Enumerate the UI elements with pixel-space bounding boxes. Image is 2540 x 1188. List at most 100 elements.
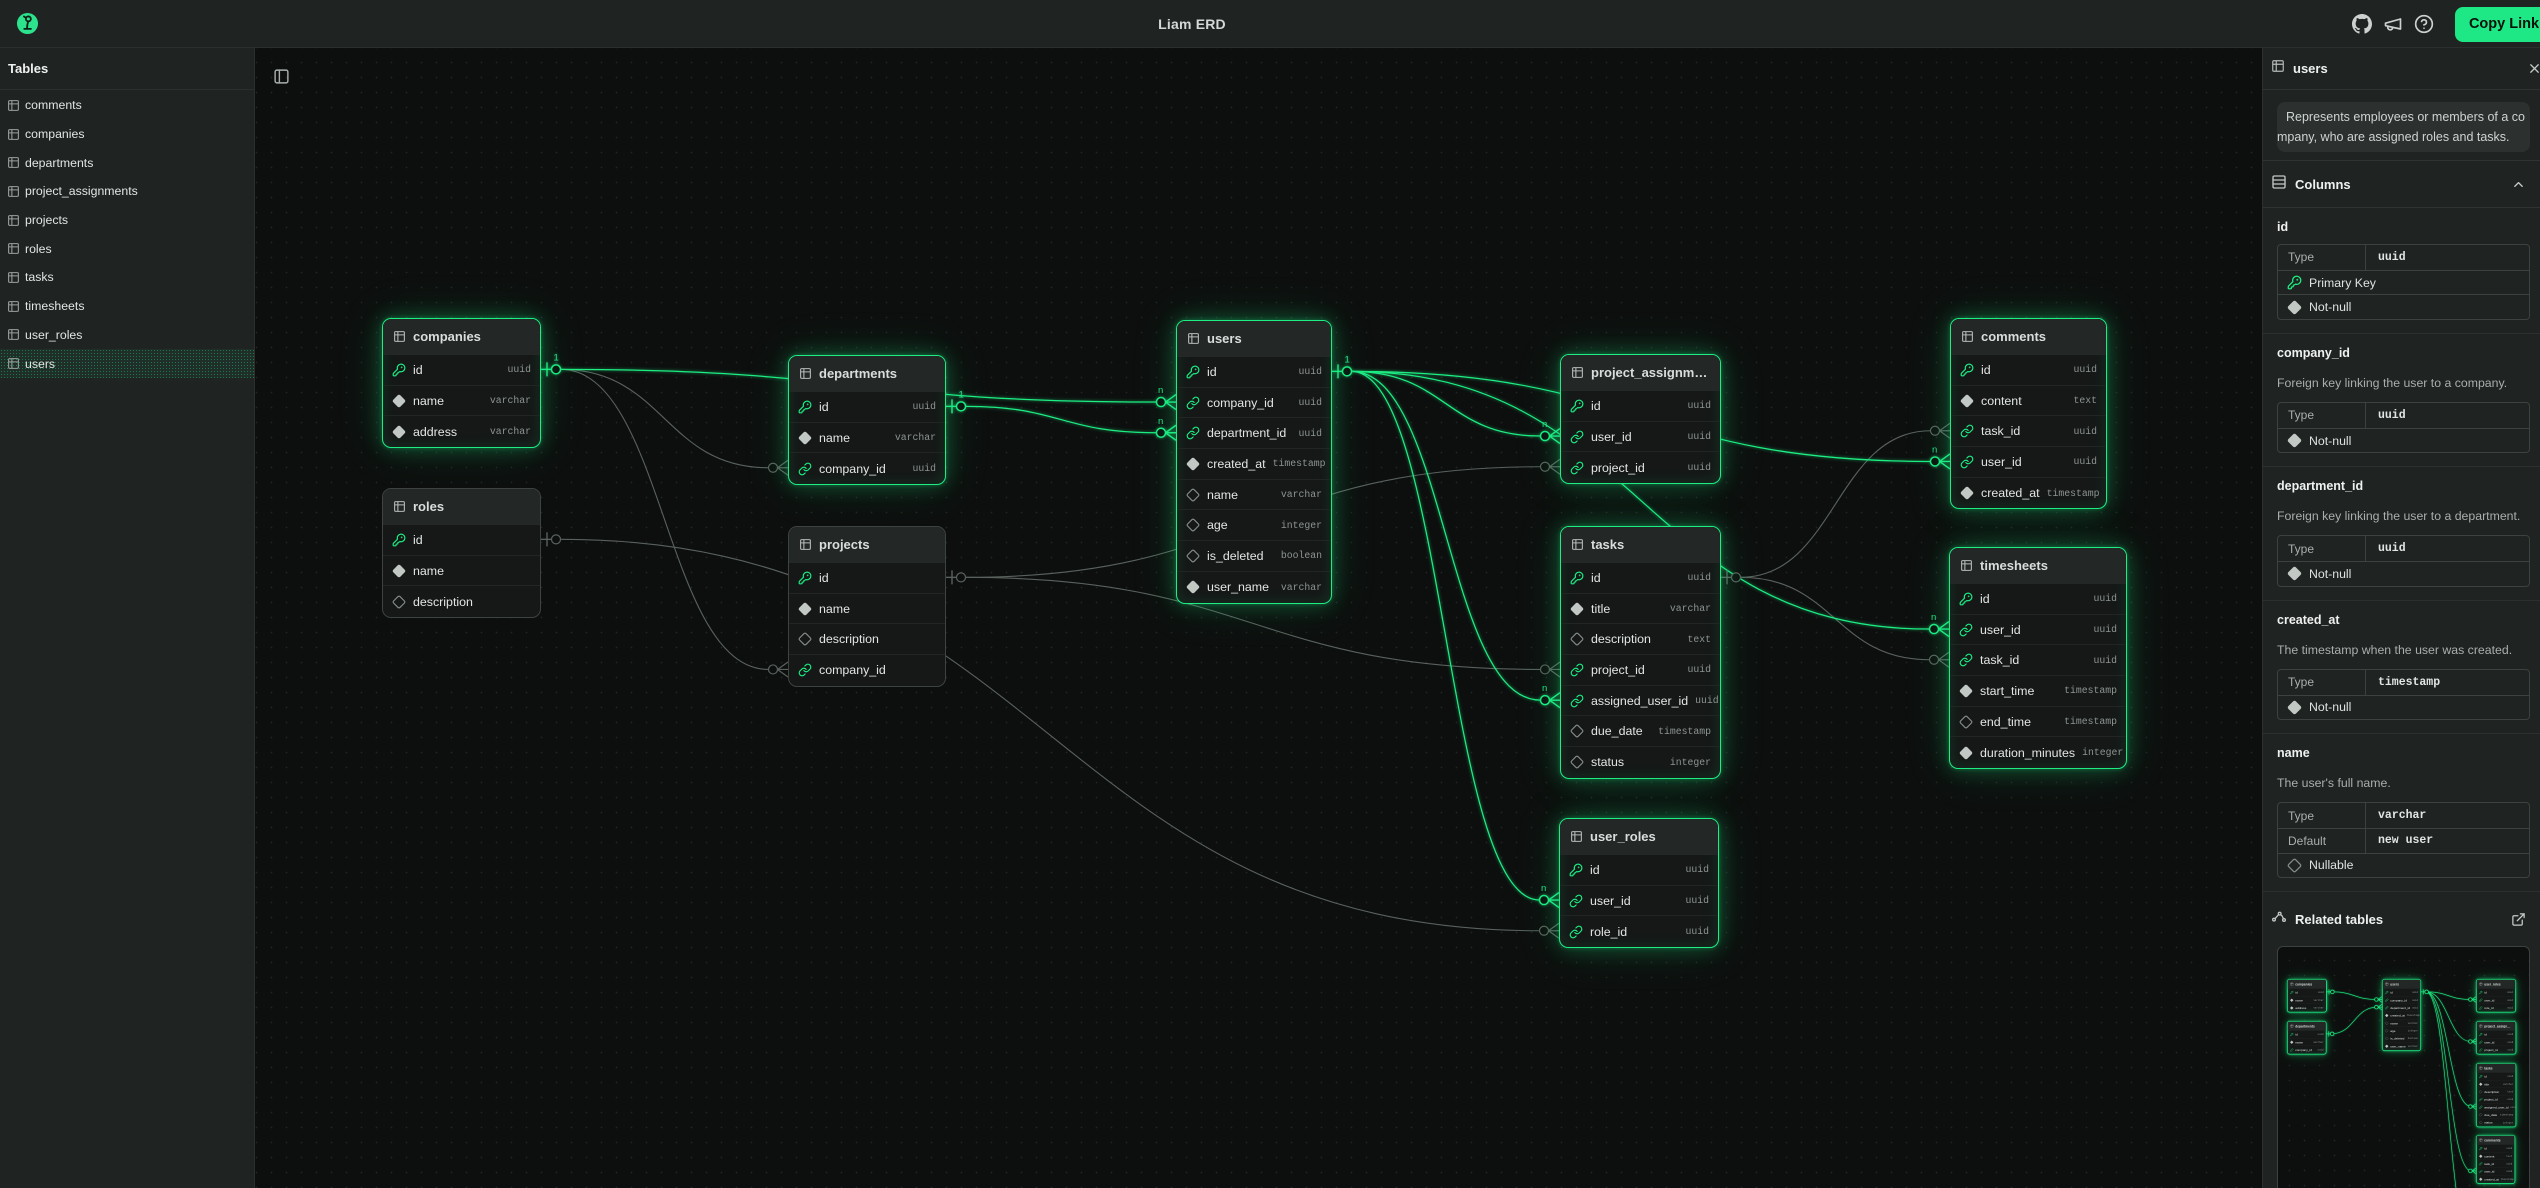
link-icon <box>1570 694 1584 708</box>
column-name: id <box>819 400 829 414</box>
erd-column-user_roles-role_id: role_iduuid <box>1560 916 1718 947</box>
sidebar-toggle-button[interactable] <box>269 64 293 88</box>
erd-table-comments[interactable]: commentsiduuidcontenttexttask_iduuiduser… <box>1950 318 2107 509</box>
close-panel-button[interactable] <box>2522 57 2540 81</box>
erd-table-user_roles[interactable]: user_rolesiduuiduser_iduuidrole_iduuid <box>1559 818 1719 948</box>
sidebar-item-projects[interactable]: projects <box>0 206 254 235</box>
liam-logo[interactable] <box>15 12 39 36</box>
column-type: uuid <box>1685 895 1709 906</box>
column-type: uuid <box>2412 999 2418 1002</box>
link-icon <box>798 663 812 677</box>
sidebar-item-tasks[interactable]: tasks <box>0 263 254 292</box>
erd-column-users-created_at: created_attimestamp <box>1177 449 1331 480</box>
svg-text:1: 1 <box>1345 354 1350 365</box>
column-type: boolean <box>2408 1037 2418 1040</box>
sidebar-item-roles[interactable]: roles <box>0 234 254 263</box>
column-type: varchar <box>895 432 936 443</box>
column-type: uuid <box>2507 999 2513 1002</box>
erd-table-name: comments <box>1981 329 2046 344</box>
sidebar-item-comments[interactable]: comments <box>0 91 254 120</box>
erd-table-project_assignments[interactable]: project_assignmentsiduuiduser_iduuidproj… <box>1560 354 1721 484</box>
erd-table-departments[interactable]: departmentsiduuidnamevarcharcompany_iduu… <box>788 355 946 485</box>
erd-table-project_assignments[interactable]: project_assignmentsiduuiduser_iduuidproj… <box>2476 1021 2516 1055</box>
column-type: uuid <box>1687 431 1711 442</box>
rows-icon <box>2271 174 2287 195</box>
erd-column-tasks-status: statusinteger <box>1561 747 1720 778</box>
sidebar-item-users[interactable]: users <box>0 349 254 378</box>
sidebar-item-project_assignments[interactable]: project_assignments <box>0 177 254 206</box>
column-type: uuid <box>2093 655 2117 666</box>
table-icon <box>1570 830 1583 843</box>
sidebar-item-companies[interactable]: companies <box>0 120 254 149</box>
related-tables-preview[interactable]: companiesiduuidnamevarcharaddressvarchar… <box>2277 946 2530 1188</box>
column-name: description <box>1591 632 1651 646</box>
column-name: age <box>1207 518 1228 532</box>
key-icon <box>2479 1075 2483 1079</box>
column-type: uuid <box>2506 1163 2512 1166</box>
diamond-outline-icon <box>2385 1022 2389 1026</box>
erd-table-companies[interactable]: companiesiduuidnamevarcharaddressvarchar <box>382 318 541 448</box>
key-icon <box>1569 863 1583 877</box>
column-name: company_id <box>819 462 886 476</box>
help-button[interactable] <box>2410 10 2438 38</box>
erd-table-users[interactable]: usersiduuidcompany_iduuiddepartment_iduu… <box>2382 979 2421 1051</box>
column-name: name <box>413 564 444 578</box>
column-name: department_id <box>2390 1006 2410 1010</box>
column-type: integer <box>1670 757 1711 768</box>
erd-table-timesheets[interactable]: timesheetsiduuiduser_iduuidtask_iduuidst… <box>1949 547 2127 769</box>
attribute-row-default: Defaultnew user <box>2278 828 2529 853</box>
erd-column-users-name: namevarchar <box>1177 480 1331 511</box>
erd-table-companies[interactable]: companiesiduuidnamevarcharaddressvarchar <box>2287 979 2327 1013</box>
erd-table-tasks[interactable]: tasksiduuidtitlevarchardescriptiontextpr… <box>2476 1063 2516 1127</box>
link-icon <box>1569 925 1583 939</box>
copy-link-button[interactable]: Copy Link <box>2455 7 2540 42</box>
column-name: project_id <box>1591 461 1645 475</box>
column-name: description <box>413 595 473 609</box>
columns-section-header[interactable]: Columns <box>2263 161 2540 208</box>
rows-icon <box>2271 174 2287 190</box>
column-type: timestamp <box>2407 1014 2420 1017</box>
column-name: user_name <box>1207 580 1269 594</box>
erd-column-projects-id: id <box>789 563 945 594</box>
erd-table-tasks[interactable]: tasksiduuidtitlevarchardescriptiontextpr… <box>1560 526 1721 779</box>
sidebar-item-user_roles[interactable]: user_roles <box>0 321 254 350</box>
column-type: varchar <box>2313 1007 2323 1010</box>
announcements-button[interactable] <box>2379 10 2407 38</box>
erd-table-name: user_roles <box>1590 829 1656 844</box>
column-type: timestamp <box>2064 685 2117 696</box>
open-related-tables-button[interactable] <box>2507 908 2529 930</box>
column-name: title <box>1591 602 1610 616</box>
table-description[interactable]: Represents employees or members of a com… <box>2277 102 2530 152</box>
sidebar-item-label: project_assignments <box>25 184 138 198</box>
erd-column-tasks-status: statusinteger <box>2477 1119 2516 1127</box>
column-name: user_id <box>2484 999 2494 1003</box>
attribute-value: new user <box>2366 829 2433 853</box>
column-detail-name: department_id <box>2277 479 2530 493</box>
diamond-icon <box>2287 300 2302 315</box>
erd-table-departments[interactable]: departmentsiduuidnamevarcharcompany_iduu… <box>2287 1021 2327 1055</box>
attribute-label: Type <box>2278 403 2366 428</box>
github-button[interactable] <box>2348 10 2376 38</box>
constraint-badge-not-null: Not-null <box>2278 561 2529 586</box>
column-type: uuid <box>2507 1075 2513 1078</box>
table-description-section: Represents employees or members of a com… <box>2263 102 2540 161</box>
erd-table-user_roles[interactable]: user_rolesiduuiduser_iduuidrole_iduuid <box>2476 979 2516 1013</box>
diamond-icon <box>2385 1014 2389 1018</box>
erd-table-roles[interactable]: rolesidnamedescription <box>382 488 541 618</box>
sidebar-item-departments[interactable]: departments <box>0 148 254 177</box>
table-icon <box>7 300 20 313</box>
erd-table-projects[interactable]: projectsidnamedescriptioncompany_id <box>788 526 946 687</box>
chevron-up-icon[interactable] <box>2507 173 2529 195</box>
diamond-icon <box>2479 1083 2483 1087</box>
column-name: id <box>2484 991 2486 995</box>
column-name: name <box>1207 488 1238 502</box>
erd-canvas[interactable]: 111nnnnnnn companiesiduuidnamevarcharadd… <box>255 48 2262 1188</box>
column-name: id <box>1591 399 1601 413</box>
erd-table-comments[interactable]: commentsiduuidcontenttexttask_iduuiduser… <box>2476 1135 2515 1184</box>
column-name: status <box>2484 1121 2492 1125</box>
sidebar-item-timesheets[interactable]: timesheets <box>0 292 254 321</box>
erd-table-users[interactable]: usersiduuidcompany_iduuiddepartment_iduu… <box>1176 320 1332 604</box>
link-icon <box>798 462 812 476</box>
column-detail-created_at: created_atThe timestamp when the user wa… <box>2263 601 2540 734</box>
column-name: description <box>2484 1090 2499 1094</box>
